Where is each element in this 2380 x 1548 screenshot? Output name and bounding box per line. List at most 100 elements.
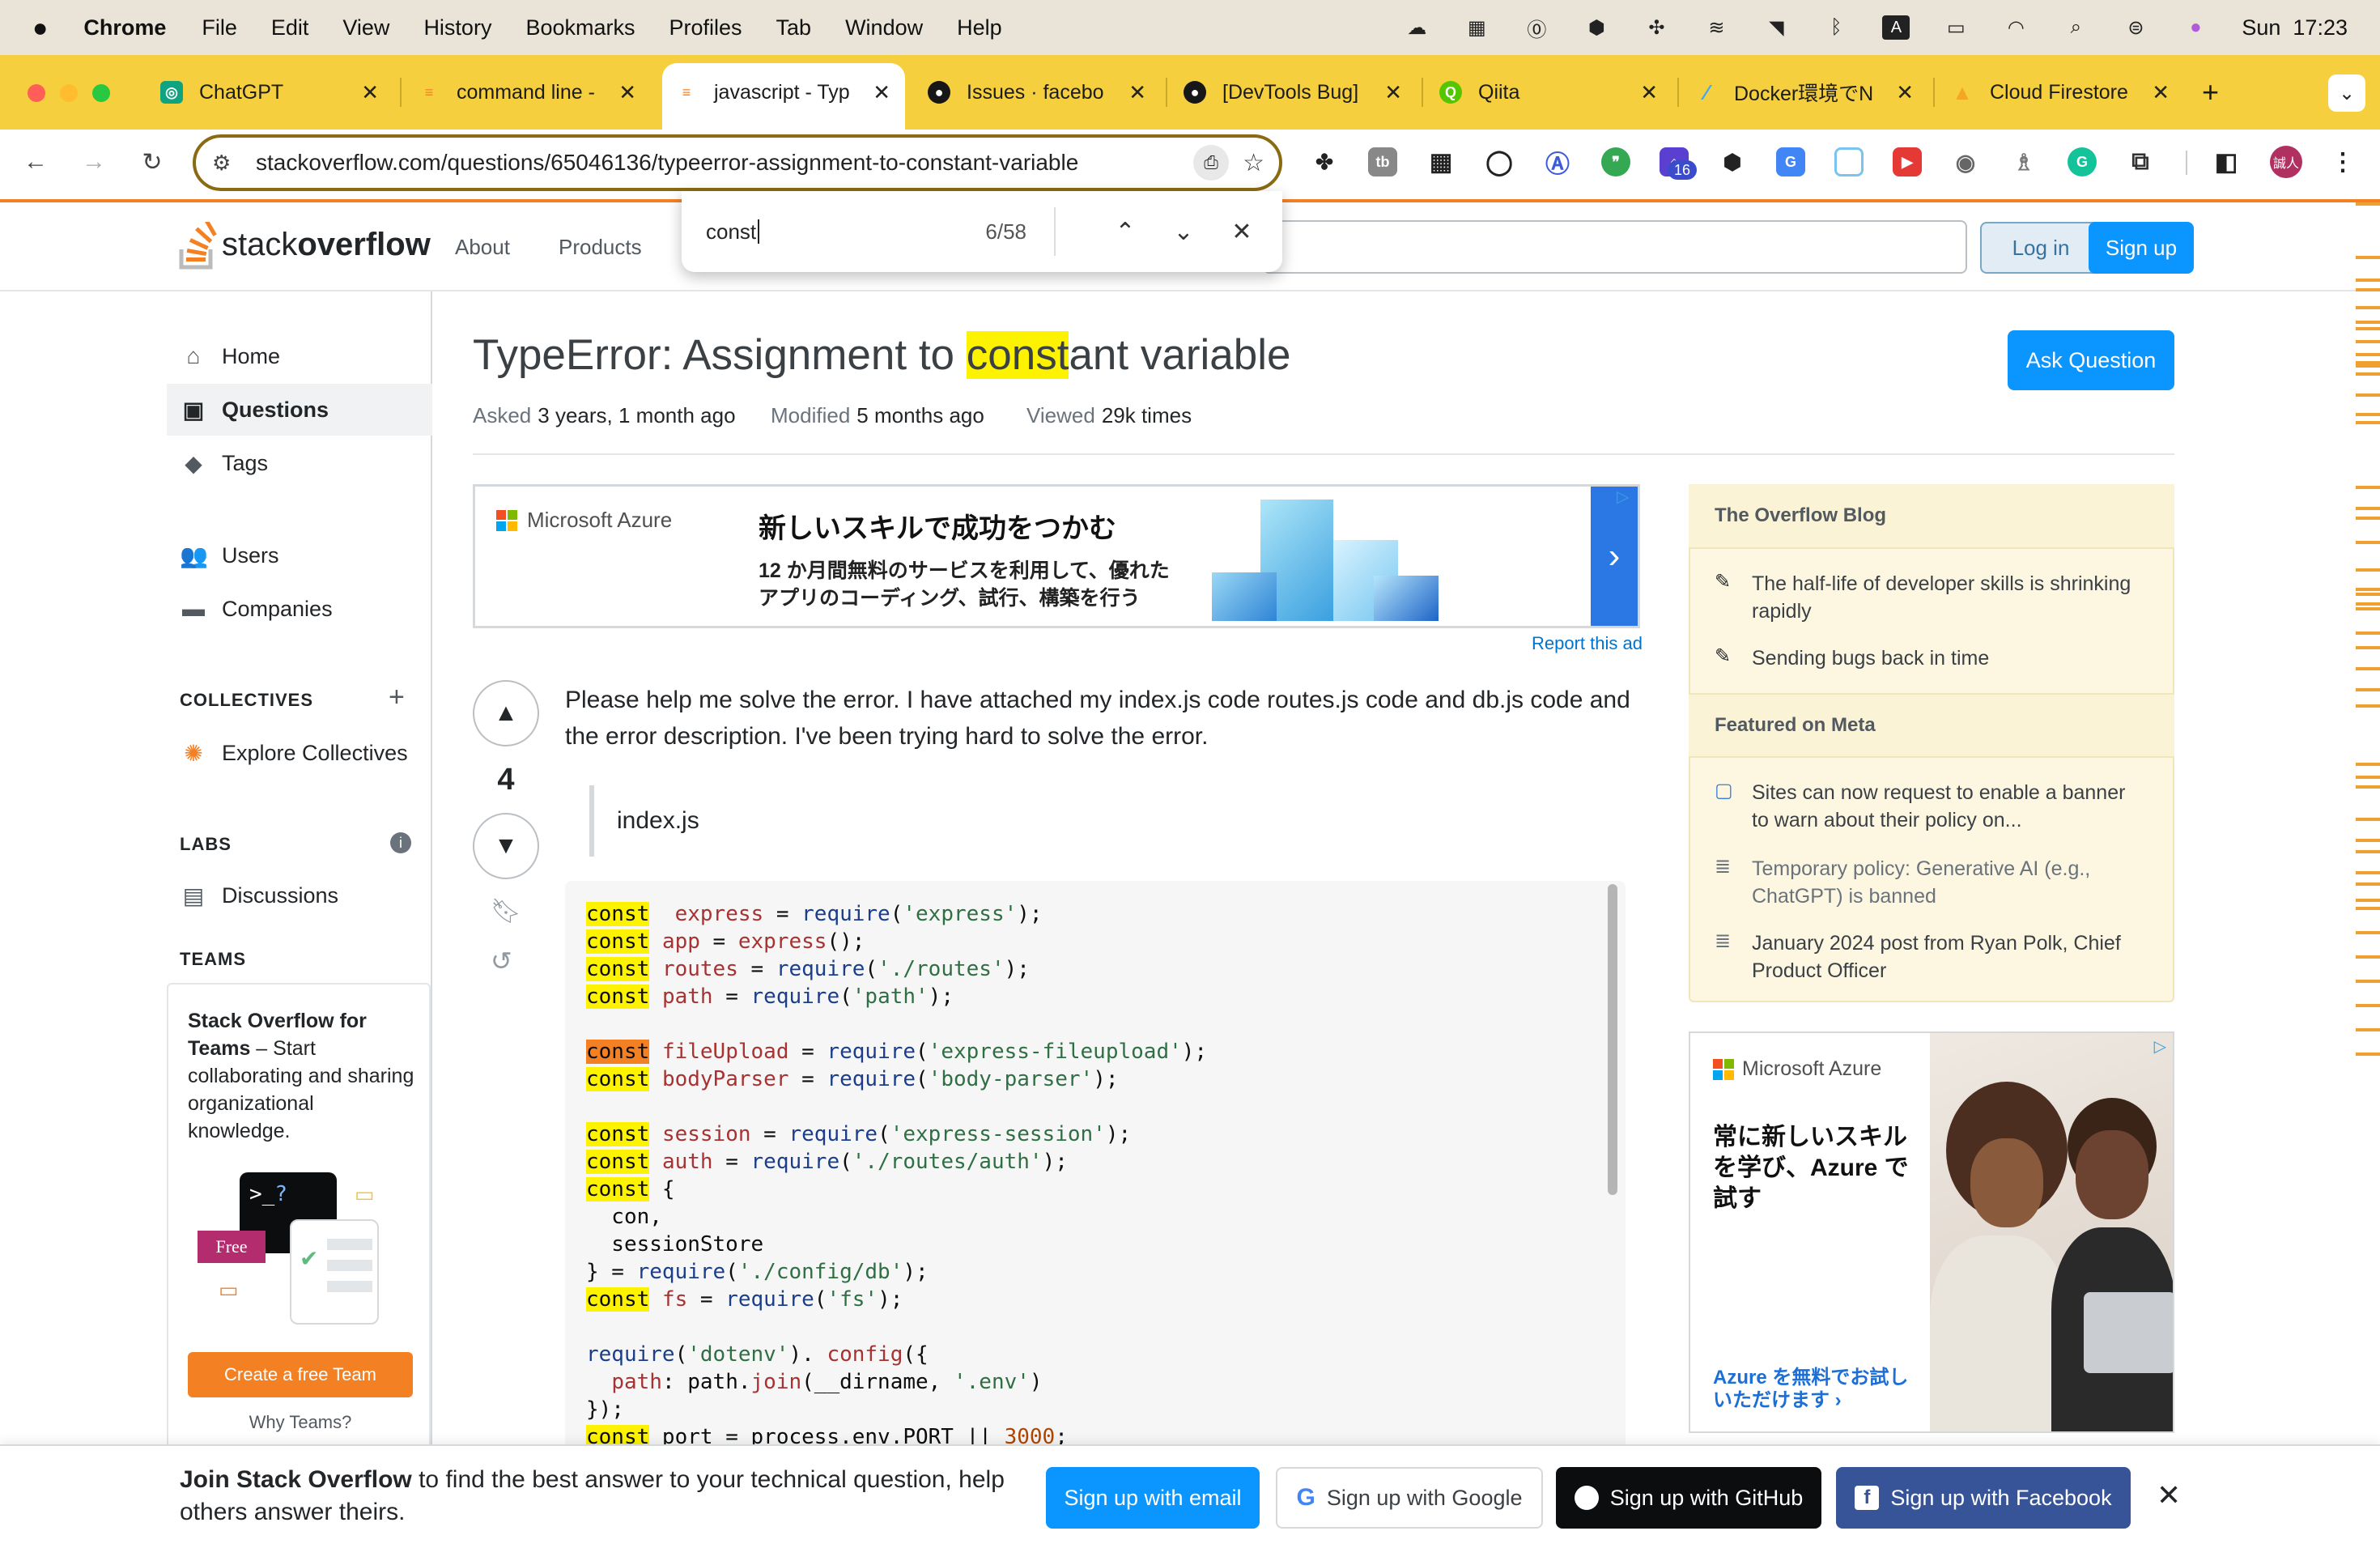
- meta-value[interactable]: 5 months ago: [856, 403, 984, 427]
- reload-icon[interactable]: ↻: [136, 146, 168, 178]
- blog-link-2[interactable]: Sending bugs back in time: [1752, 644, 2132, 672]
- advertisement-banner[interactable]: Microsoft Azure 新しいスキルで成功をつかむ 12 か月間無料のサ…: [473, 484, 1640, 628]
- nav-products[interactable]: Products: [559, 235, 642, 260]
- signup-google-button[interactable]: G Sign up with Google: [1276, 1467, 1543, 1529]
- tab-search-chevron-icon[interactable]: ⌄: [2328, 74, 2365, 112]
- apple-menu-icon[interactable]: ●: [32, 13, 48, 43]
- ad-next-chevron-icon[interactable]: ›: [1591, 487, 1638, 626]
- find-next-chevron-down-icon[interactable]: ⌄: [1167, 215, 1200, 248]
- meta-link-3[interactable]: January 2024 post from Ryan Polk, Chief …: [1752, 929, 2132, 985]
- bookmark-icon[interactable]: 🔖︎: [491, 897, 521, 925]
- status-app-icon[interactable]: ▦: [1463, 15, 1490, 40]
- tab-close-icon[interactable]: ✕: [873, 80, 890, 105]
- youtube-extension-icon[interactable]: ▶: [1893, 147, 1922, 176]
- menu-profiles[interactable]: Profiles: [669, 15, 742, 40]
- meta-link-1[interactable]: Sites can now request to enable a banner…: [1752, 779, 2132, 834]
- chrome-menu-icon[interactable]: ⋮: [2328, 147, 2357, 176]
- tab-javascript-active[interactable]: ≡ javascript - Typ ✕: [675, 71, 890, 113]
- spotlight-search-icon[interactable]: ⌕: [2062, 15, 2089, 40]
- tab-command-line[interactable]: ≡ command line - ✕: [418, 71, 636, 113]
- labs-info-icon[interactable]: i: [390, 832, 411, 853]
- window-minimize-button[interactable]: [60, 84, 78, 102]
- menu-view[interactable]: View: [342, 15, 389, 40]
- report-ad-link[interactable]: Report this ad: [1532, 633, 1643, 654]
- tab-issues-facebook[interactable]: ● Issues · facebo ✕: [928, 71, 1146, 113]
- menu-window[interactable]: Window: [845, 15, 923, 40]
- find-previous-chevron-up-icon[interactable]: ⌃: [1109, 215, 1141, 248]
- forward-arrow-icon[interactable]: →: [78, 146, 110, 178]
- why-teams-link[interactable]: Why Teams?: [188, 1412, 413, 1433]
- menubar-app-name[interactable]: Chrome: [83, 15, 166, 40]
- window-close-button[interactable]: [28, 84, 45, 102]
- tab-docker[interactable]: ⁄ Docker環境でN ✕: [1695, 71, 1914, 113]
- tab-cloud-firestore[interactable]: ▲ Cloud Firestore ✕: [1951, 71, 2170, 113]
- menu-help[interactable]: Help: [957, 15, 1002, 40]
- bluetooth-icon[interactable]: ᛒ: [1822, 15, 1850, 40]
- sidebar-item-home[interactable]: ⌂ Home: [180, 343, 281, 369]
- side-panel-icon[interactable]: ◧: [2212, 147, 2241, 176]
- tab-close-icon[interactable]: ✕: [2152, 80, 2170, 105]
- new-tab-button[interactable]: +: [2202, 71, 2234, 113]
- address-bar[interactable]: ⚙ stackoverflow.com/questions/65046136/t…: [193, 134, 1282, 191]
- ask-question-button[interactable]: Ask Question: [2008, 330, 2174, 390]
- back-arrow-icon[interactable]: ←: [19, 146, 52, 178]
- camera-icon[interactable]: ◉: [1951, 147, 1980, 176]
- profile-avatar[interactable]: 誠人: [2270, 146, 2302, 178]
- extension-hex-icon[interactable]: ⬢: [1718, 147, 1747, 176]
- meta-value[interactable]: 3 years, 1 month ago: [538, 403, 735, 427]
- sidebar-item-explore-collectives[interactable]: ✺ Explore Collectives: [180, 740, 407, 767]
- find-in-page-icon[interactable]: ⎙: [1193, 145, 1229, 181]
- bookmark-star-icon[interactable]: ☆: [1243, 149, 1264, 177]
- so-search-input[interactable]: [1263, 220, 1967, 274]
- menu-tab[interactable]: Tab: [776, 15, 812, 40]
- menu-edit[interactable]: Edit: [271, 15, 309, 40]
- banner-close-icon[interactable]: ✕: [2157, 1478, 2181, 1512]
- menubar-clock[interactable]: Sun 17:23: [2242, 15, 2348, 40]
- code-scrollbar[interactable]: [1608, 884, 1617, 1195]
- tab-chatgpt[interactable]: ◎ ChatGPT ✕: [160, 71, 379, 113]
- menu-history[interactable]: History: [423, 15, 491, 40]
- sidebar-item-discussions[interactable]: ▤ Discussions: [180, 882, 338, 909]
- tab-close-icon[interactable]: ✕: [361, 80, 379, 105]
- tab-close-icon[interactable]: ✕: [1128, 80, 1146, 105]
- extension-leaf-icon[interactable]: ✤: [1310, 147, 1339, 176]
- extensions-puzzle-icon[interactable]: ⧉: [2126, 147, 2155, 176]
- tab-qiita[interactable]: Q Qiita ✕: [1439, 71, 1658, 113]
- sidebar-item-companies[interactable]: ▬ Companies: [180, 596, 333, 622]
- creative-cloud-icon[interactable]: ☁: [1403, 15, 1430, 40]
- history-icon[interactable]: ↺: [491, 946, 512, 976]
- wifi-icon[interactable]: ◠: [2002, 15, 2029, 40]
- tab-close-icon[interactable]: ✕: [1384, 80, 1402, 105]
- google-translate-icon[interactable]: G: [1776, 147, 1805, 176]
- blog-link-1[interactable]: The half-life of developer skills is shr…: [1752, 570, 2132, 625]
- grammarly-icon[interactable]: G: [2068, 147, 2097, 176]
- find-input[interactable]: const: [706, 219, 756, 245]
- adchoices-icon[interactable]: ▷: [1617, 487, 1636, 506]
- sidebar-item-questions[interactable]: ▣ Questions: [180, 397, 329, 423]
- extension-quote-icon[interactable]: ❞: [1601, 147, 1630, 176]
- signup-email-button[interactable]: Sign up with email: [1046, 1467, 1260, 1529]
- find-close-icon[interactable]: ✕: [1226, 215, 1258, 248]
- extension-square-icon[interactable]: [1834, 147, 1864, 176]
- menu-bookmarks[interactable]: Bookmarks: [525, 15, 635, 40]
- tool-icon[interactable]: ✣: [1643, 15, 1670, 40]
- ad-side-cta[interactable]: Azure を無料でお試しいただけます ›: [1713, 1367, 1915, 1412]
- sidebar-item-tags[interactable]: ◆ Tags: [180, 450, 268, 477]
- tab-close-icon[interactable]: ✕: [618, 80, 636, 105]
- window-zoom-button[interactable]: [92, 84, 110, 102]
- adchoices-icon[interactable]: ▷: [2154, 1036, 2166, 1057]
- create-team-button[interactable]: Create a free Team: [188, 1352, 413, 1397]
- signup-github-button[interactable]: Sign up with GitHub: [1556, 1467, 1821, 1529]
- input-source-icon[interactable]: A: [1882, 15, 1910, 40]
- meta-link-2[interactable]: Temporary policy: Generative AI (e.g., C…: [1752, 855, 2132, 910]
- signup-button[interactable]: Sign up: [2089, 222, 2194, 274]
- stackoverflow-logo[interactable]: stack overflow: [178, 217, 431, 270]
- stack-app-icon[interactable]: ≋: [1702, 15, 1730, 40]
- address-url[interactable]: stackoverflow.com/questions/65046136/typ…: [256, 150, 1078, 176]
- control-center-icon[interactable]: ⊜: [2122, 15, 2149, 40]
- nav-about[interactable]: About: [455, 235, 510, 260]
- hexagon-app-icon[interactable]: ⬢: [1583, 15, 1610, 40]
- sidebar-item-users[interactable]: 👥 Users: [180, 542, 279, 569]
- tab-close-icon[interactable]: ✕: [1896, 80, 1914, 105]
- extension-tb-icon[interactable]: tb: [1368, 147, 1397, 176]
